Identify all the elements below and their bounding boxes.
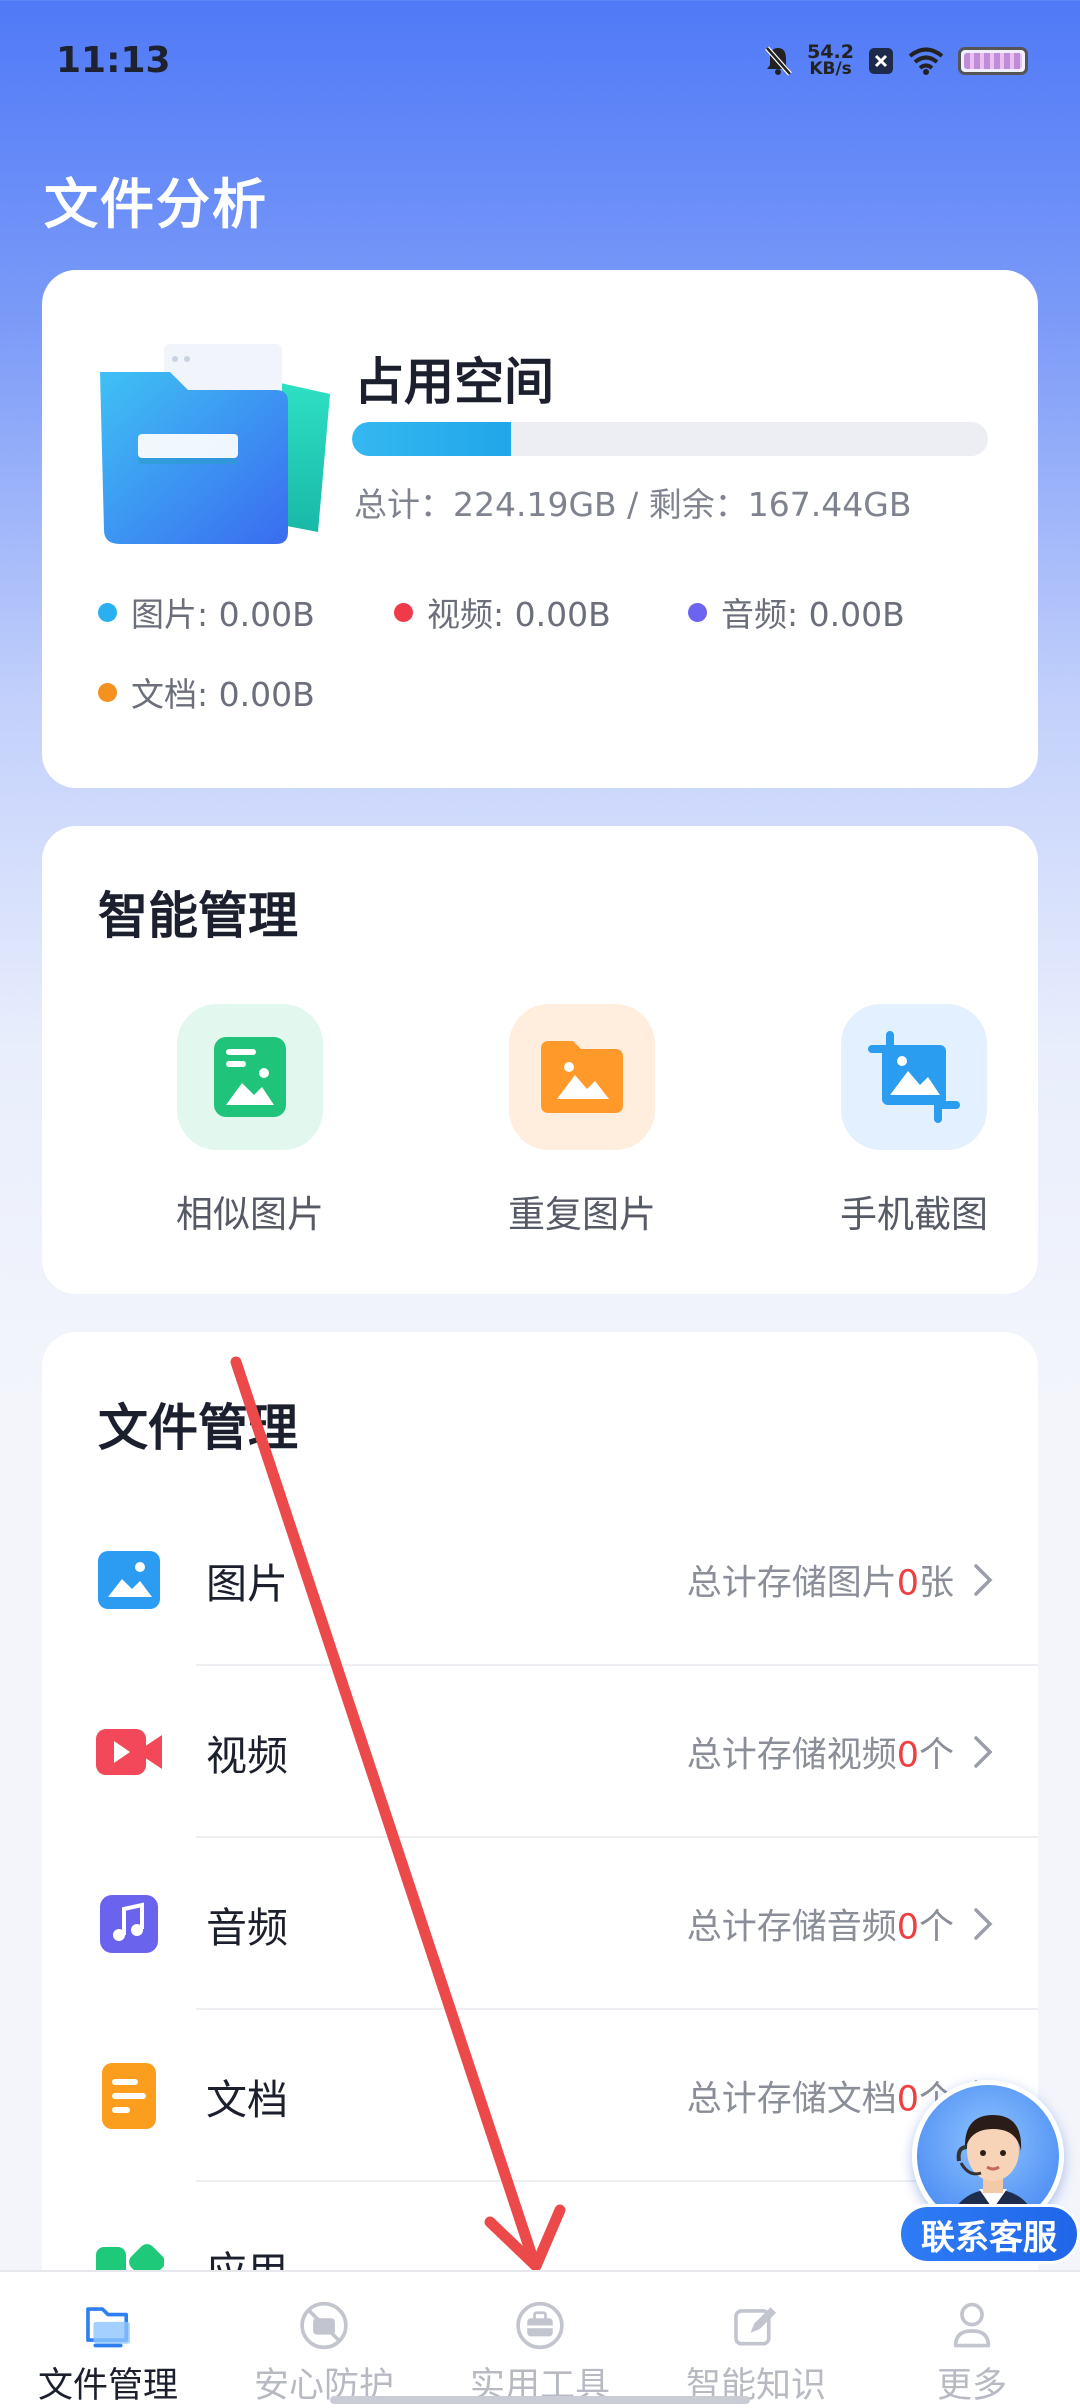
file-row-audio[interactable]: 音频 总计存储音频0个 bbox=[42, 1838, 1038, 2010]
legend-label-images: 图片: 0.00B bbox=[131, 595, 315, 634]
legend-label-audio: 音频: 0.00B bbox=[721, 595, 905, 634]
nav-label: 文件管理 bbox=[37, 2366, 178, 2406]
smart-item-similar-images[interactable]: 相似图片 bbox=[130, 1004, 370, 1238]
file-row-images[interactable]: 图片 总计存储图片0张 bbox=[42, 1494, 1038, 1666]
smart-management-card: 智能管理 相似图片 重复图片 手机截图 bbox=[42, 826, 1038, 1294]
toolbox-icon bbox=[516, 2301, 564, 2350]
edit-icon bbox=[734, 2307, 777, 2346]
video-file-icon bbox=[96, 1729, 162, 1775]
similar-image-icon bbox=[177, 1004, 323, 1150]
contact-service-label: 联系客服 bbox=[898, 2204, 1080, 2264]
status-time: 11:13 bbox=[56, 40, 171, 81]
smart-item-label: 手机截图 bbox=[840, 1193, 988, 1236]
nav-item-file-management[interactable]: 文件管理 bbox=[0, 2272, 216, 2408]
document-file-icon bbox=[102, 2063, 156, 2129]
chevron-right-icon bbox=[974, 1736, 993, 1768]
file-management-title: 文件管理 bbox=[98, 1399, 298, 1457]
bottom-nav: 文件管理 安心防护 实用工具 智能知识 更多 bbox=[0, 2270, 1080, 2408]
nav-item-tools[interactable]: 实用工具 bbox=[432, 2272, 648, 2408]
file-row-stat: 总计存储图片0张 bbox=[686, 1563, 954, 1604]
screenshot-icon bbox=[841, 1004, 987, 1150]
wifi-icon bbox=[908, 47, 944, 75]
legend-dot-videos bbox=[394, 602, 413, 622]
file-row-documents[interactable]: 文档 总计存储文档0个 bbox=[42, 2010, 1038, 2182]
nav-item-security[interactable]: 安心防护 bbox=[216, 2272, 432, 2408]
chevron-right-icon bbox=[974, 1564, 993, 1596]
smart-item-duplicate-images[interactable]: 重复图片 bbox=[462, 1004, 702, 1238]
shield-camera-icon bbox=[300, 2301, 348, 2350]
folder-icon bbox=[86, 2307, 130, 2348]
legend-item-documents: 文档: 0.00B bbox=[98, 668, 315, 716]
nav-label: 更多 bbox=[936, 2366, 1007, 2406]
legend-dot-documents bbox=[98, 682, 117, 702]
net-speed: 54.2 KB/s bbox=[807, 43, 854, 79]
file-row-name: 音频 bbox=[206, 1904, 288, 1952]
legend-dot-images bbox=[98, 602, 117, 622]
file-row-stat: 总计存储视频0个 bbox=[686, 1735, 954, 1776]
legend-item-images: 图片: 0.00B bbox=[98, 588, 315, 636]
storage-card: 占用空间 总计：224.19GB / 剩余：167.44GB 图片: 0.00B… bbox=[42, 270, 1038, 788]
status-icons: 54.2 KB/s bbox=[763, 43, 1028, 79]
duplicate-image-icon bbox=[509, 1004, 655, 1150]
legend-dot-audio bbox=[688, 602, 707, 622]
image-file-icon bbox=[98, 1551, 160, 1609]
smart-management-title: 智能管理 bbox=[98, 887, 298, 945]
nav-item-more[interactable]: 更多 bbox=[864, 2272, 1080, 2408]
status-bar: 11:13 54.2 KB/s bbox=[0, 0, 1080, 120]
battery-icon bbox=[958, 47, 1028, 75]
legend-item-audio: 音频: 0.00B bbox=[688, 588, 905, 636]
file-row-name: 图片 bbox=[206, 1560, 288, 1608]
chevron-right-icon bbox=[974, 1908, 993, 1940]
audio-file-icon bbox=[100, 1895, 158, 1953]
folder-illustration-icon bbox=[100, 344, 330, 544]
file-row-videos[interactable]: 视频 总计存储视频0个 bbox=[42, 1666, 1038, 1838]
storage-progress-fill bbox=[352, 422, 511, 456]
home-indicator bbox=[330, 2396, 750, 2404]
contact-service-button[interactable]: 联系客服 bbox=[898, 2080, 1080, 2270]
mute-bell-icon bbox=[765, 46, 792, 76]
storage-progress-bar bbox=[352, 422, 988, 456]
person-icon bbox=[953, 2302, 991, 2348]
storage-summary: 总计：224.19GB / 剩余：167.44GB bbox=[354, 485, 912, 524]
smart-item-label: 相似图片 bbox=[176, 1193, 324, 1236]
file-row-stat: 总计存储音频0个 bbox=[686, 1907, 954, 1948]
file-row-name: 文档 bbox=[206, 2076, 288, 2124]
file-row-name: 视频 bbox=[206, 1732, 288, 1780]
smart-item-screenshots[interactable]: 手机截图 bbox=[794, 1004, 1034, 1238]
file-management-card: 文件管理 图片 总计存储图片0张 视频 总计存储视频0个 音频 总计存储音频0个… bbox=[42, 1332, 1038, 2408]
page-title: 文件分析 bbox=[44, 173, 268, 236]
nav-item-knowledge[interactable]: 智能知识 bbox=[648, 2272, 864, 2408]
legend-item-videos: 视频: 0.00B bbox=[394, 588, 611, 636]
legend-label-documents: 文档: 0.00B bbox=[131, 675, 315, 714]
net-speed-unit: KB/s bbox=[809, 59, 852, 79]
close-box-icon bbox=[869, 48, 893, 74]
legend-label-videos: 视频: 0.00B bbox=[427, 595, 611, 634]
storage-title: 占用空间 bbox=[354, 353, 554, 411]
smart-item-label: 重复图片 bbox=[508, 1193, 656, 1236]
